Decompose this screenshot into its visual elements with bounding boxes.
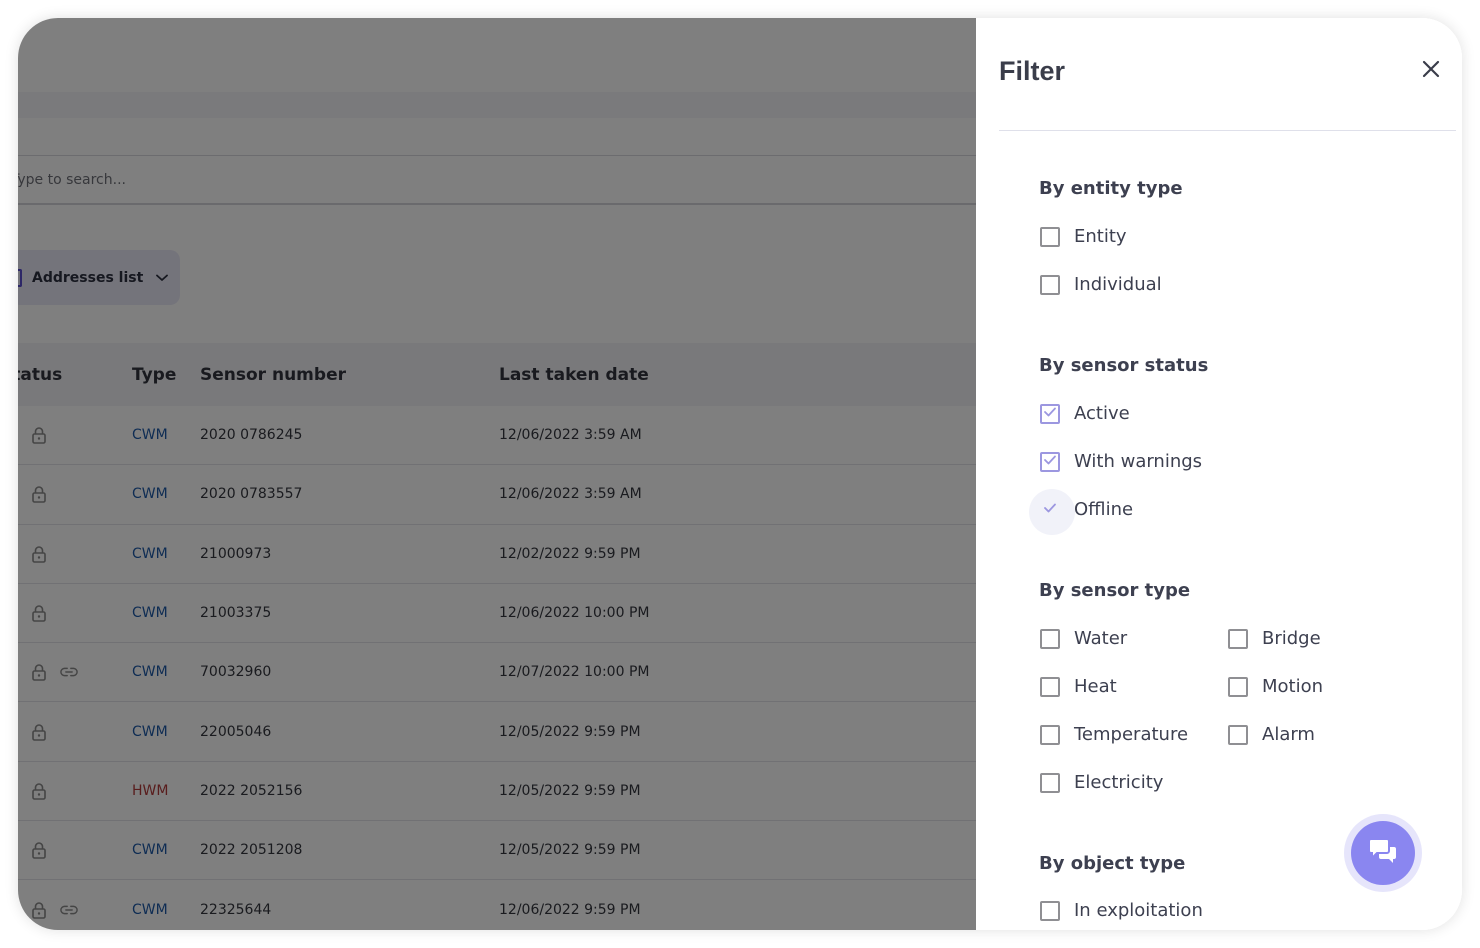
filter-section-title: By sensor status xyxy=(1039,355,1209,376)
checkbox-label: Active xyxy=(1074,403,1130,424)
checkbox-label: Water xyxy=(1074,628,1128,649)
filter-divider xyxy=(999,130,1456,131)
checkbox-label: Electricity xyxy=(1074,772,1164,793)
filter-drawer: Filter By entity type Entity Individual By … xyxy=(976,18,1462,930)
filter-option-heat[interactable]: Heat xyxy=(1040,676,1117,697)
filter-section-title: By entity type xyxy=(1039,178,1183,199)
filter-option-bridge[interactable]: Bridge xyxy=(1228,628,1321,649)
checkbox-bridge[interactable] xyxy=(1228,628,1248,649)
filter-option-active[interactable]: Active xyxy=(1040,403,1130,424)
checkbox-heat[interactable] xyxy=(1040,676,1060,697)
filter-option-motion[interactable]: Motion xyxy=(1228,676,1323,697)
checkbox-label: Individual xyxy=(1074,274,1162,295)
app-window: Addresses list Status Type Sensor number… xyxy=(18,18,1462,930)
checkbox-label: Bridge xyxy=(1262,628,1321,649)
checkbox-label: Offline xyxy=(1074,499,1134,520)
filter-option-water[interactable]: Water xyxy=(1040,628,1127,649)
filter-option-entity[interactable]: Entity xyxy=(1040,226,1127,247)
filter-option-with-warnings[interactable]: With warnings xyxy=(1040,451,1202,472)
filter-section-title: By object type xyxy=(1039,853,1186,874)
check-icon xyxy=(1043,405,1057,423)
chat-button-inner xyxy=(1351,821,1415,885)
checkbox-in-exploitation[interactable] xyxy=(1040,900,1060,921)
checkbox-entity[interactable] xyxy=(1040,226,1060,247)
check-icon xyxy=(1043,453,1057,471)
checkbox-alarm[interactable] xyxy=(1228,724,1248,745)
filter-option-offline[interactable]: Offline xyxy=(1029,488,1134,535)
checkbox-label: In exploitation xyxy=(1074,900,1203,921)
modal-backdrop[interactable] xyxy=(18,18,976,930)
filter-option-in-exploitation[interactable]: In exploitation xyxy=(1040,900,1203,921)
checkbox-temperature[interactable] xyxy=(1040,724,1060,745)
checkbox-motion[interactable] xyxy=(1228,676,1248,697)
filter-option-temperature[interactable]: Temperature xyxy=(1040,724,1188,745)
close-icon xyxy=(1422,60,1440,83)
checkbox-individual[interactable] xyxy=(1040,274,1060,295)
checkbox-active[interactable] xyxy=(1040,403,1060,424)
checkbox-label: Alarm xyxy=(1262,724,1315,745)
close-filter-button[interactable] xyxy=(1416,56,1446,86)
checkbox-offline[interactable] xyxy=(1029,488,1075,535)
checkbox-water[interactable] xyxy=(1040,628,1060,649)
filter-title: Filter xyxy=(999,56,1066,86)
filter-option-individual[interactable]: Individual xyxy=(1040,274,1162,295)
checkbox-label: With warnings xyxy=(1074,451,1203,472)
filter-option-alarm[interactable]: Alarm xyxy=(1228,724,1315,745)
filter-option-electricity[interactable]: Electricity xyxy=(1040,772,1163,793)
checkbox-label: Entity xyxy=(1074,226,1127,247)
checkbox-label: Heat xyxy=(1074,676,1117,697)
checkbox-with-warnings[interactable] xyxy=(1040,451,1060,472)
checkbox-electricity[interactable] xyxy=(1040,772,1060,793)
filter-section-title: By sensor type xyxy=(1039,580,1191,601)
chat-button[interactable] xyxy=(1344,814,1422,892)
checkbox-label: Temperature xyxy=(1074,724,1189,745)
chat-icon xyxy=(1368,837,1398,870)
checkbox-label: Motion xyxy=(1262,676,1324,697)
